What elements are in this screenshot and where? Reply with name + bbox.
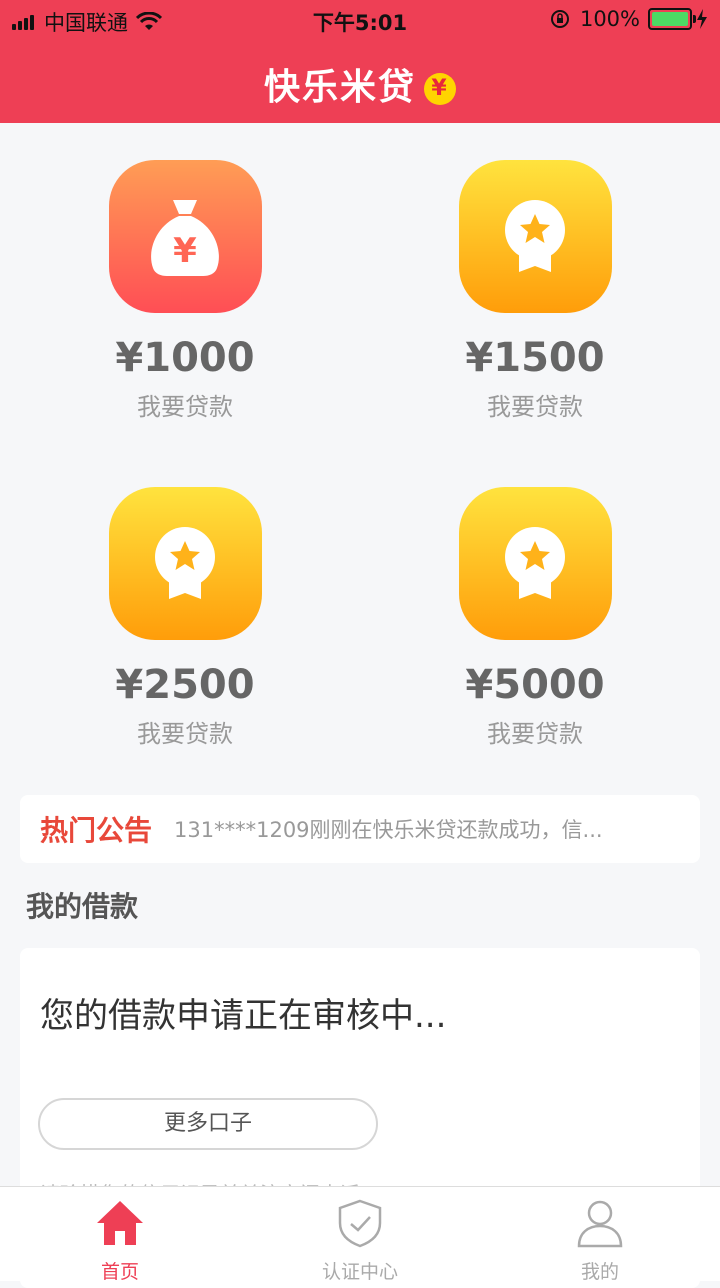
my-loans-title: 我的借款 <box>26 890 139 923</box>
battery-percent: 100% <box>579 7 640 31</box>
battery-icon <box>648 8 696 30</box>
more-options-button[interactable]: 更多口子 <box>38 1098 378 1150</box>
loan-status-text: 您的借款申请正在审核中... <box>40 996 447 1036</box>
announcement-text: 131****1209刚刚在快乐米贷还款成功，信... <box>174 818 603 842</box>
shield-check-icon <box>338 1199 382 1248</box>
tab-bar: 首页 认证中心 我的 <box>0 1186 720 1283</box>
rotation-lock-icon <box>550 10 569 28</box>
app-header: 中国联通 下午5:01 100% 快乐米贷 ¥ <box>0 0 720 123</box>
home-icon <box>97 1201 143 1245</box>
loan-option-2500[interactable]: ¥2500 我要贷款 <box>5 487 365 749</box>
loan-amount: ¥2500 <box>115 662 255 708</box>
medal-icon <box>505 526 565 599</box>
loan-icon-gold <box>458 487 612 640</box>
loan-amount: ¥5000 <box>465 662 605 708</box>
loan-amount: ¥1500 <box>465 335 605 381</box>
user-icon <box>577 1200 623 1248</box>
tab-profile[interactable]: 我的 <box>480 1187 720 1283</box>
tab-home[interactable]: 首页 <box>0 1187 240 1283</box>
announcement-tag: 热门公告 <box>40 814 153 847</box>
medal-icon <box>505 199 565 272</box>
loan-label: 我要贷款 <box>487 720 583 748</box>
loan-icon-red: ¥ <box>108 160 262 313</box>
loan-label: 我要贷款 <box>137 720 233 748</box>
status-bar: 中国联通 下午5:01 100% <box>0 0 720 40</box>
loan-option-1000[interactable]: ¥ ¥1000 我要贷款 <box>5 160 365 422</box>
loan-icon-gold <box>458 160 612 313</box>
money-bag-icon: ¥ <box>151 199 219 276</box>
page-title: 快乐米贷 ¥ <box>0 58 720 110</box>
app-title: 快乐米贷 <box>263 67 416 108</box>
loan-label: 我要贷款 <box>487 393 583 421</box>
loan-icon-gold <box>108 487 262 640</box>
loan-label: 我要贷款 <box>137 393 233 421</box>
svg-text:¥: ¥ <box>173 231 197 271</box>
loan-option-5000[interactable]: ¥5000 我要贷款 <box>355 487 715 749</box>
charging-icon <box>697 9 707 29</box>
announcement-bar[interactable]: 热门公告 131****1209刚刚在快乐米贷还款成功，信... <box>20 795 700 863</box>
loan-amount: ¥1000 <box>115 335 255 381</box>
loan-option-1500[interactable]: ¥1500 我要贷款 <box>355 160 715 422</box>
yuan-coin-icon: ¥ <box>424 73 456 105</box>
tab-verification[interactable]: 认证中心 <box>240 1187 480 1283</box>
medal-icon <box>155 526 215 599</box>
